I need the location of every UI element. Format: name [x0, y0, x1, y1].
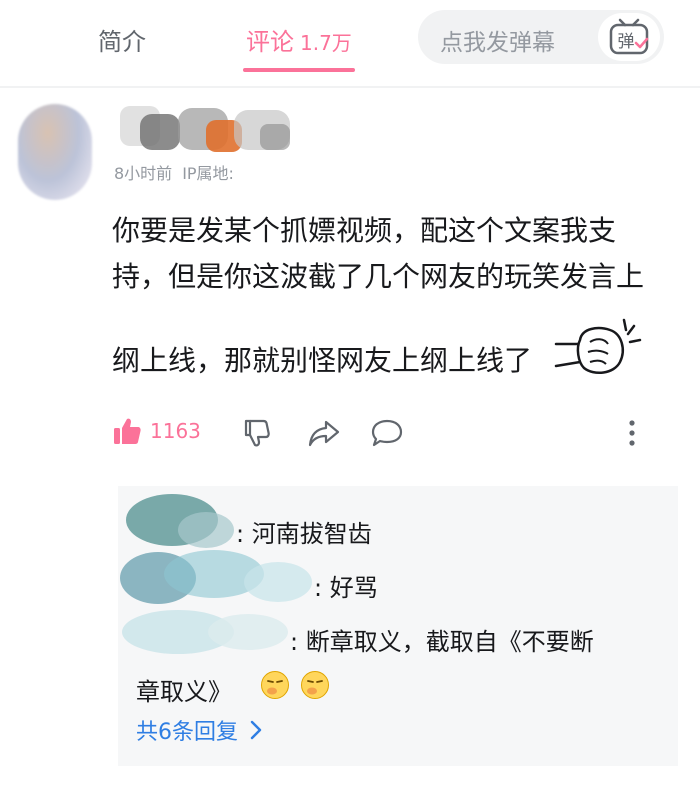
comment-actions: 1163 [112, 414, 652, 454]
emoji-face-icon [261, 671, 289, 699]
view-all-replies-link[interactable]: 共6条回复 [136, 714, 262, 746]
reply-username-mosaic [126, 494, 234, 548]
thumb-down-icon[interactable] [242, 418, 272, 448]
share-icon[interactable] [308, 418, 340, 448]
danmaku-glyph: 弹 [618, 32, 635, 52]
reply-item: : 断章取义，截取自《不要断 [290, 628, 594, 656]
tab-intro[interactable]: 简介 [98, 22, 146, 57]
top-tab-bar: 简介 评论 1.7万 点我发弹幕 弹 [0, 0, 700, 88]
comment-time: 8小时前 [114, 164, 173, 183]
topbar-divider [0, 86, 700, 88]
like-count: 1163 [150, 419, 201, 443]
tab-comments-count: 1.7万 [300, 31, 352, 55]
username-mosaic [120, 106, 290, 152]
view-all-replies-label: 共6条回复 [136, 720, 238, 745]
tab-comments[interactable]: 评论 1.7万 [246, 22, 352, 57]
comment-ip-label: IP属地: [182, 164, 234, 183]
danmaku-icon: 弹 [609, 18, 649, 55]
emoji-face-icon [301, 671, 329, 699]
comment-meta: 8小时前 IP属地: [114, 160, 234, 184]
like-button[interactable]: 1163 [112, 416, 201, 446]
active-tab-indicator [243, 68, 355, 72]
reply-item-continuation: 章取义》 [136, 678, 232, 706]
reply-item: : 河南拔智齿 [236, 520, 372, 548]
more-vertical-icon[interactable] [626, 418, 638, 448]
fist-emote-icon [554, 318, 642, 375]
chevron-right-icon [250, 720, 262, 740]
danmaku-placeholder: 点我发弹幕 [440, 30, 555, 56]
tab-comments-label: 评论 [246, 28, 294, 56]
reply-username-mosaic [120, 550, 312, 604]
thumb-up-icon [114, 418, 141, 444]
danmaku-toggle-button[interactable]: 弹 [598, 13, 660, 61]
danmaku-input[interactable]: 点我发弹幕 弹 [418, 10, 664, 64]
avatar[interactable] [18, 104, 92, 200]
reply-preview-box[interactable]: : 河南拔智齿 : 好骂 : 断章取义，截取自《不要断 章取义》 共6条回复 [118, 486, 678, 766]
comment-text-line: 持，但是你这波截了几个网友的玩笑发言上 [112, 260, 645, 293]
comment-text-line: 你要是发某个抓嫖视频，配这个文案我支 [112, 214, 617, 247]
reply-username-mosaic [122, 610, 288, 654]
reply-item: : 好骂 [314, 574, 378, 602]
reply-icon[interactable] [370, 418, 404, 448]
